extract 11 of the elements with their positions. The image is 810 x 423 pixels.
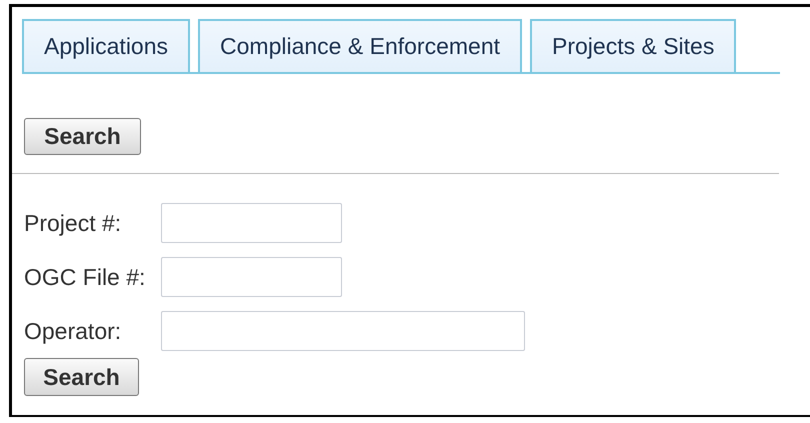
- field-label: OGC File #:: [23, 264, 146, 290]
- field-label: Project #:: [23, 210, 122, 236]
- tab[interactable]: Applications: [22, 19, 190, 72]
- tab[interactable]: Compliance & Enforcement: [198, 19, 522, 72]
- input-field[interactable]: [161, 257, 342, 297]
- search-button[interactable]: Search: [24, 358, 139, 396]
- input-field[interactable]: [161, 203, 342, 243]
- input-field[interactable]: [161, 311, 525, 351]
- field-label: Operator:: [23, 318, 122, 344]
- search-button[interactable]: Search: [24, 118, 141, 155]
- tab[interactable]: Projects & Sites: [530, 19, 736, 72]
